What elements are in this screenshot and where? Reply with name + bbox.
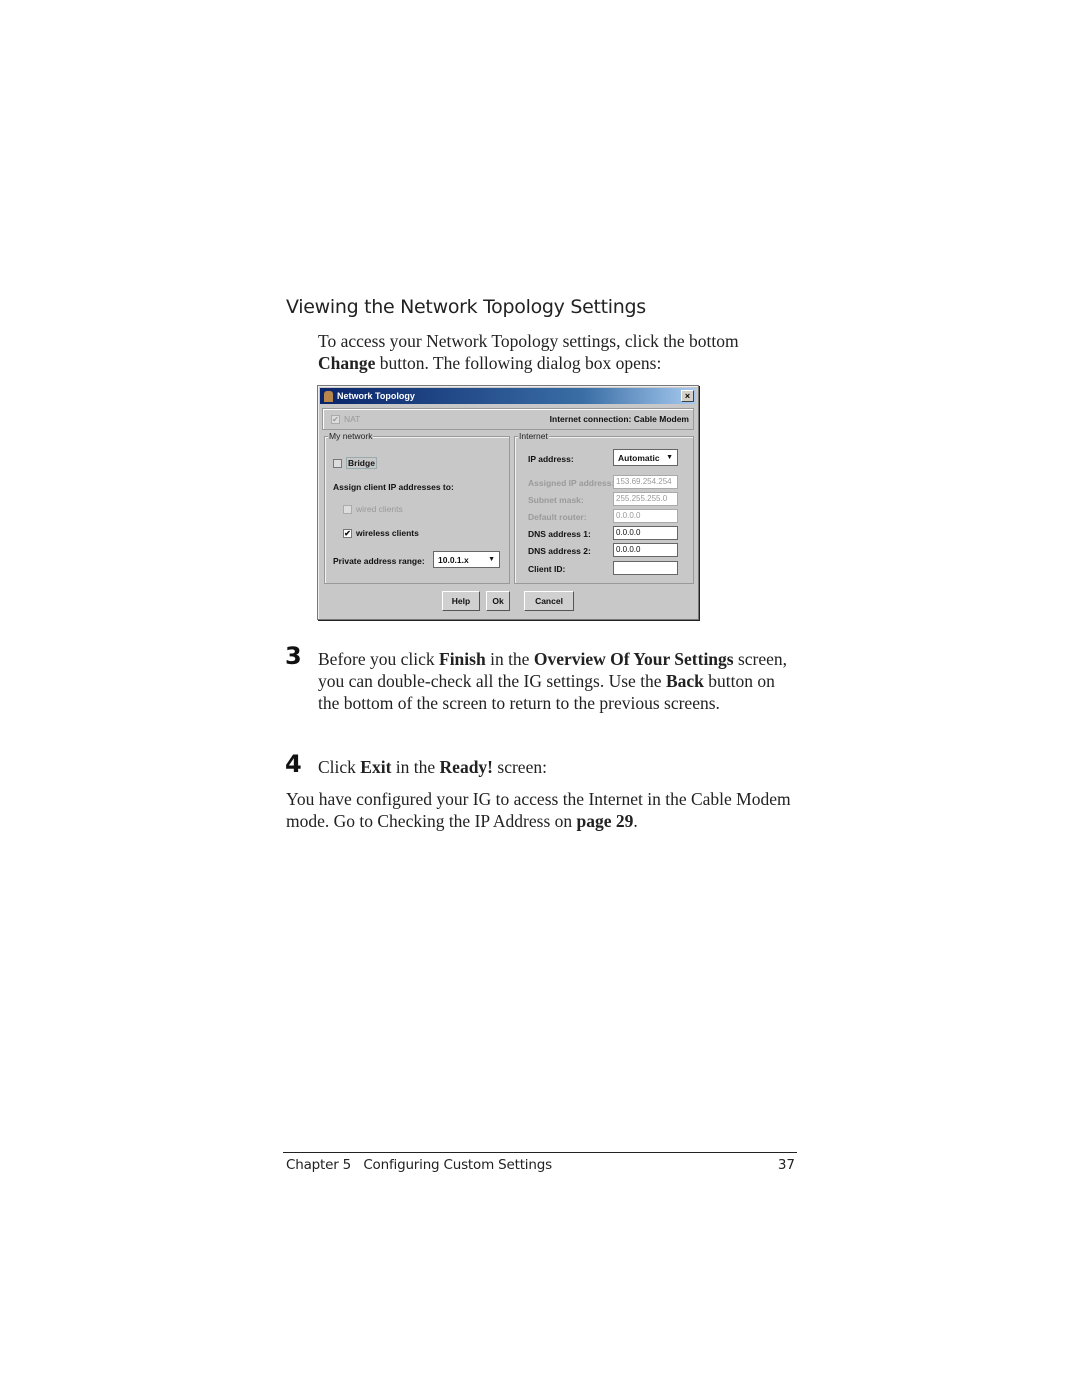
nat-label: NAT [344, 413, 361, 424]
my-network-label: My network [328, 431, 374, 441]
nat-bar: ✔ NAT Internet connection: Cable Modem [322, 408, 694, 430]
footer-rule [283, 1152, 797, 1153]
step-number-3: 3 [285, 642, 302, 670]
nat-checkbox[interactable]: ✔ [331, 415, 340, 425]
dialog-titlebar[interactable]: Network Topology × [320, 388, 696, 404]
ip-address-label: IP address: [528, 454, 574, 464]
app-icon [324, 390, 333, 402]
dns2-label: DNS address 2: [528, 546, 591, 556]
chevron-down-icon: ▼ [666, 454, 673, 461]
range-label: Private address range: [333, 556, 425, 566]
bridge-option[interactable]: Bridge [333, 457, 377, 469]
finish-term: Finish [439, 649, 486, 669]
ok-button[interactable]: Ok [486, 591, 510, 611]
step-number-4: 4 [285, 750, 302, 778]
exit-term: Exit [360, 757, 392, 777]
footer-page-number: 37 [777, 1157, 795, 1173]
section-title: Viewing the Network Topology Settings [286, 296, 646, 318]
wireless-clients-label: wireless clients [356, 528, 419, 538]
intro-paragraph: To access your Network Topology settings… [318, 331, 739, 373]
default-router-label: Default router: [528, 512, 587, 522]
change-term: Change [318, 353, 376, 373]
nat-option[interactable]: ✔ NAT [331, 413, 361, 425]
internet-label: Internet [518, 431, 549, 441]
wired-clients-checkbox[interactable] [343, 504, 352, 514]
subnet-mask-label: Subnet mask: [528, 495, 584, 505]
footer-chapter: Chapter 5 Configuring Custom Settings [286, 1157, 552, 1173]
default-router-field: 0.0.0.0 [613, 509, 678, 523]
subnet-mask-field: 255.255.255.0 [613, 492, 678, 506]
bridge-label: Bridge [346, 457, 377, 469]
address-range-select[interactable]: 10.0.1.x ▼ [433, 551, 500, 568]
dns1-field[interactable]: 0.0.0.0 [613, 526, 678, 540]
client-id-field[interactable] [613, 561, 678, 575]
wireless-clients-option[interactable]: ✔ wireless clients [343, 528, 419, 538]
wired-clients-option[interactable]: wired clients [343, 504, 403, 514]
cancel-button[interactable]: Cancel [524, 591, 574, 611]
back-term: Back [665, 671, 704, 691]
assigned-ip-label: Assigned IP address: [528, 478, 615, 488]
step-4-text: Click Exit in the Ready! screen: [318, 757, 547, 777]
ip-address-mode: Automatic [618, 452, 660, 463]
page-reference: page 29 [576, 811, 634, 831]
assigned-ip-field: 153.69.254.254 [613, 475, 678, 489]
assign-label: Assign client IP addresses to: [333, 482, 454, 492]
wired-clients-label: wired clients [356, 504, 403, 514]
internet-connection-label: Internet connection: Cable Modem [549, 414, 689, 424]
wireless-clients-checkbox[interactable]: ✔ [343, 528, 352, 538]
dns2-field[interactable]: 0.0.0.0 [613, 543, 678, 557]
ip-address-select[interactable]: Automatic ▼ [613, 449, 678, 466]
my-network-group: My network Bridge Assign client IP addre… [324, 431, 510, 584]
close-button[interactable]: × [681, 390, 694, 402]
overview-term: Overview Of Your Settings [533, 649, 734, 669]
address-range-value: 10.0.1.x [438, 554, 469, 565]
chevron-down-icon: ▼ [488, 556, 495, 563]
step-3-text: Before you click Finish in the Overview … [318, 649, 788, 713]
dns1-label: DNS address 1: [528, 529, 591, 539]
bridge-checkbox[interactable] [333, 458, 342, 468]
client-id-label: Client ID: [528, 564, 566, 574]
dialog-title: Network Topology [337, 391, 415, 401]
network-topology-dialog: Network Topology × ✔ NAT Internet connect… [317, 385, 699, 620]
ready-term: Ready! [439, 757, 494, 777]
closing-paragraph: You have configured your IG to access th… [286, 789, 791, 831]
internet-group: Internet IP address: Automatic ▼ Assigne… [514, 431, 694, 584]
help-button[interactable]: Help [442, 591, 480, 611]
